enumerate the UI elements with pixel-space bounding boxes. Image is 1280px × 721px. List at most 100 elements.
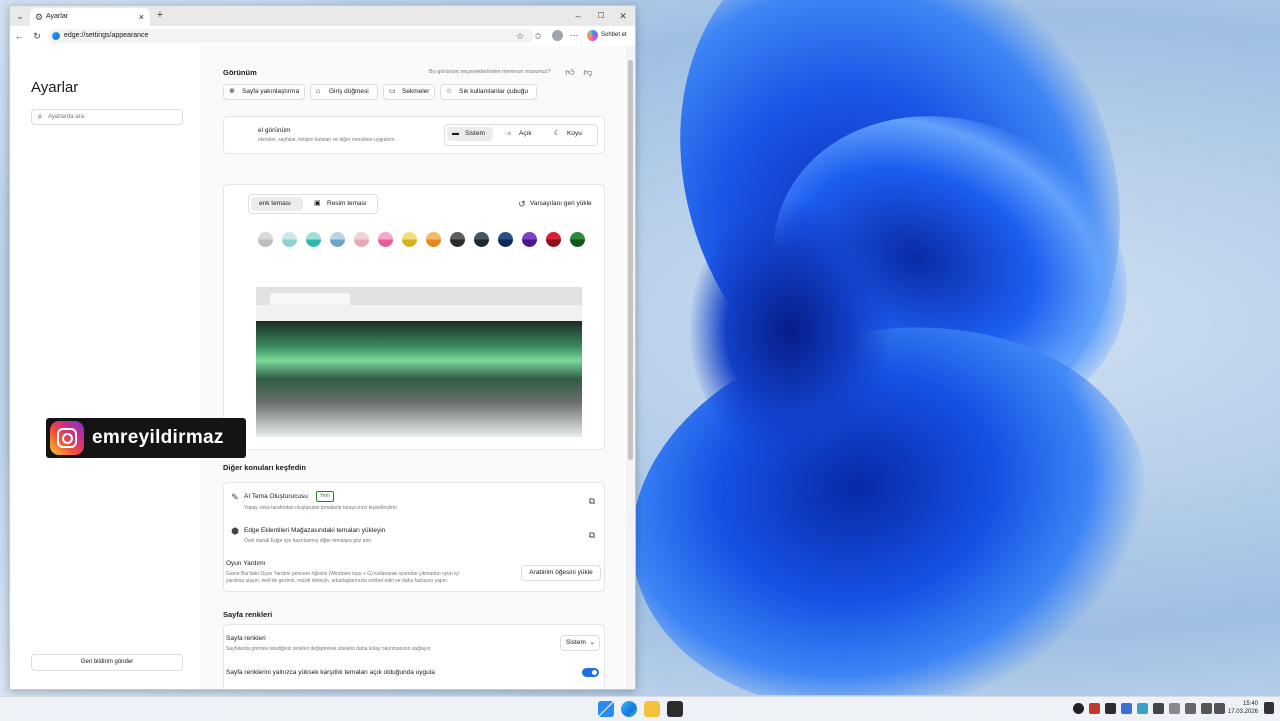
color-swatch-5[interactable] [354, 232, 369, 247]
tray-app-icon[interactable] [1089, 703, 1100, 714]
color-swatch-7[interactable] [402, 232, 417, 247]
reset-label[interactable]: Varsayılanı geri yükle [530, 200, 592, 207]
chip-favorites-bar[interactable]: ☆ Sık kullanılanlar çubuğu [440, 84, 537, 100]
store-themes-title: Edge Eklentileri Mağazasındaki temaları … [244, 527, 386, 534]
color-swatch-6[interactable] [378, 232, 393, 247]
theme-card: enk teması ▣ Resim teması ↺ Varsayılanı g… [223, 184, 605, 450]
theme-tab-label: enk teması [259, 200, 291, 207]
time: 15:40 [1242, 701, 1258, 707]
bluetooth-icon[interactable] [1121, 703, 1132, 714]
color-swatch-4[interactable] [330, 232, 345, 247]
volume-icon[interactable] [1214, 703, 1225, 714]
chip-home-button[interactable]: ⌂ Giriş düğmesi [310, 84, 378, 100]
file-explorer-icon[interactable] [644, 701, 660, 717]
star-icon: ☆ [446, 88, 453, 95]
color-swatch-2[interactable] [282, 232, 297, 247]
color-swatch-9[interactable] [450, 232, 465, 247]
favorite-star-icon[interactable]: ☆ [514, 30, 526, 42]
tab-image-theme[interactable]: ▣ Resim teması [309, 197, 373, 211]
mode-light[interactable]: ☼ Açık [501, 127, 541, 141]
profile-avatar[interactable] [552, 30, 563, 41]
tab-settings[interactable]: ⚙ Ayarlar × [30, 8, 150, 26]
color-swatch-10[interactable] [474, 232, 489, 247]
search-icon: ⌕ [37, 112, 43, 121]
tray-app-icon[interactable] [1185, 703, 1196, 714]
tray-app-icon[interactable] [1153, 703, 1164, 714]
instagram-overlay: emreyildirmaz [46, 418, 246, 458]
tab-strip: ⌄ ⚙ Ayarlar × + – ☐ ✕ [10, 6, 635, 26]
tab-color-theme[interactable]: enk teması [251, 197, 303, 211]
notifications-icon[interactable] [1264, 702, 1274, 714]
thumbs-down-icon[interactable]: 👎︎ [582, 66, 594, 78]
app-icon[interactable] [667, 701, 683, 717]
mode-dark[interactable]: ☾ Koyu [549, 127, 591, 141]
overall-title: el görünüm [258, 127, 291, 134]
ai-theme-icon: ✎ [231, 492, 239, 502]
external-link-icon[interactable]: ⧉ [586, 495, 598, 507]
color-swatch-14[interactable] [570, 232, 585, 247]
tabs-icon: ▭ [389, 88, 396, 95]
chip-page-zoom[interactable]: ⊕ Sayfa yakınlaştırma [223, 84, 305, 100]
tray-app-icon[interactable] [1073, 703, 1084, 714]
date: 17.03.2026 [1227, 709, 1258, 715]
color-swatch-1[interactable] [258, 232, 273, 247]
close-tab-icon[interactable]: × [139, 8, 144, 26]
color-swatch-13[interactable] [546, 232, 561, 247]
taskbar: 15:40 17.03.2026 [0, 696, 1280, 721]
address-bar[interactable]: edge://settings/appearance ☆ [48, 29, 534, 43]
scrollbar[interactable] [626, 46, 635, 689]
ai-theme-desc: Yapay zeka tarafından oluşturulan temala… [244, 505, 397, 511]
scrollbar-thumb[interactable] [628, 60, 633, 460]
copilot-label[interactable]: Sohbet et [601, 32, 627, 38]
network-icon[interactable] [1201, 703, 1212, 714]
extension-icon: ⬢ [231, 526, 239, 536]
gear-icon: ⚙ [34, 12, 44, 22]
theme-tab-switch: enk teması ▣ Resim teması [248, 194, 378, 214]
theme-preview [256, 287, 582, 437]
more-icon[interactable]: ⋯ [568, 29, 580, 41]
external-link-icon[interactable]: ⧉ [586, 529, 598, 541]
new-tab-icon[interactable]: + [154, 9, 166, 21]
maximize-icon[interactable]: ☐ [595, 10, 607, 22]
appearance-heading: Görünüm [223, 68, 257, 77]
chevron-down-icon: ⌄ [589, 639, 595, 646]
reset-icon[interactable]: ↺ [516, 198, 528, 210]
edge-logo-icon [52, 32, 60, 40]
browser-window: ⌄ ⚙ Ayarlar × + – ☐ ✕ ← ↻ edge://setting… [9, 5, 636, 690]
copilot-icon[interactable] [587, 30, 598, 41]
page-colors-select[interactable]: Sistem ⌄ [560, 635, 600, 651]
minimize-icon[interactable]: – [572, 10, 584, 22]
close-icon[interactable]: ✕ [617, 10, 629, 22]
chip-label: Sayfa yakınlaştırma [242, 88, 300, 95]
clock[interactable]: 15:40 17.03.2026 [1228, 700, 1258, 716]
new-badge: Yeni [316, 491, 334, 502]
favorites-icon[interactable]: ✩ [532, 30, 544, 42]
color-swatch-12[interactable] [522, 232, 537, 247]
refresh-icon[interactable]: ↻ [31, 30, 43, 42]
color-swatch-11[interactable] [498, 232, 513, 247]
toolbar: ← ↻ edge://settings/appearance ☆ ✩ ⋯ Soh… [10, 26, 635, 47]
chip-tabs[interactable]: ▭ Sekmeler [383, 84, 435, 100]
color-swatch-3[interactable] [306, 232, 321, 247]
thumbs-up-icon[interactable]: 👍︎ [564, 66, 576, 78]
mode-system[interactable]: ▬ Sistem [447, 127, 493, 141]
high-contrast-label: Sayfa renklerini yalnızca yüksek karşıtl… [226, 669, 435, 676]
chip-label: Sekmeler [402, 88, 430, 95]
page-colors-title: Sayfa renkleri [226, 635, 266, 642]
overall-desc: ekmeler, sayfalar, iletişim kutuları ve … [258, 137, 395, 143]
tray-app-icon[interactable] [1137, 703, 1148, 714]
feedback-button[interactable]: Geri bildirim gönder [31, 654, 183, 671]
url-text: edge://settings/appearance [64, 32, 149, 39]
tab-actions-chevron-icon[interactable]: ⌄ [14, 10, 26, 22]
overall-appearance-card: el görünüm ekmeler, sayfalar, iletişim k… [223, 116, 605, 154]
color-swatch-8[interactable] [426, 232, 441, 247]
install-widget-button[interactable]: Arabirim öğesini yükle [521, 565, 601, 581]
start-icon[interactable] [598, 701, 614, 717]
high-contrast-toggle[interactable] [582, 668, 599, 677]
tray-app-icon[interactable] [1169, 703, 1180, 714]
tray-app-icon[interactable] [1105, 703, 1116, 714]
edge-taskbar-icon[interactable] [621, 701, 637, 717]
settings-search-input[interactable]: ⌕ Ayarlarda ara [31, 109, 183, 125]
back-icon[interactable]: ← [13, 30, 25, 42]
game-assist-title: Oyun Yardımı [226, 560, 266, 567]
